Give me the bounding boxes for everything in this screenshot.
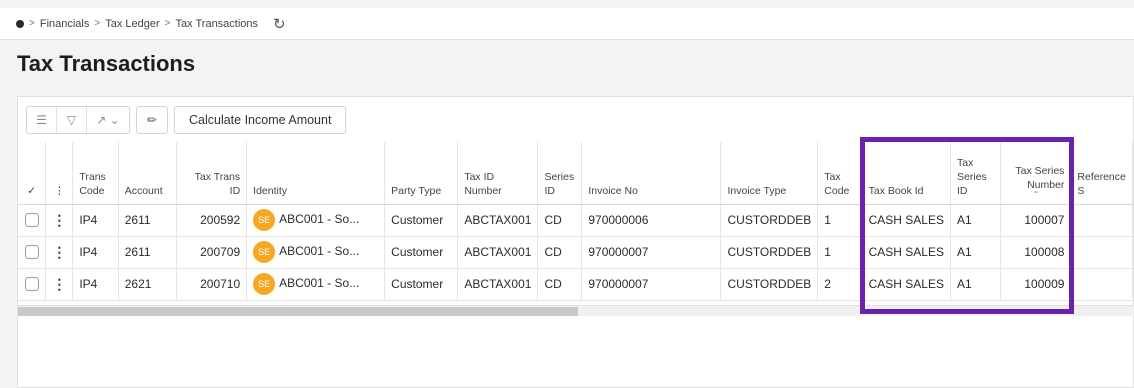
cell-identity[interactable]: SE ABC001 - So... [246, 204, 386, 237]
calculate-income-amount-button[interactable]: Calculate Income Amount [174, 106, 347, 134]
cell-series-id: CD [537, 268, 583, 301]
cell-trans-code: IP4 [72, 268, 119, 301]
cell-identity[interactable]: SE ABC001 - So... [246, 236, 386, 269]
chevron-right-icon: > [164, 18, 171, 29]
avatar: SE [253, 273, 276, 295]
cell-reference [1070, 268, 1133, 301]
cell-tax-trans-id: 200592 [176, 204, 248, 237]
cell-tax-code: 2 [817, 268, 863, 301]
highlight-box [860, 137, 1074, 314]
edit-button[interactable]: ✏ [136, 106, 168, 134]
col-reference[interactable]: Reference S [1070, 142, 1133, 205]
page-title: Tax Transactions [17, 51, 196, 76]
cell-tax-id-number: ABCTAX001 [457, 204, 539, 237]
kebab-icon: ⋮ [54, 184, 65, 197]
row-menu-header: ⋮ [45, 142, 74, 205]
breadcrumb-item-tax-ledger[interactable]: Tax Ledger [105, 18, 159, 30]
select-all-header[interactable]: ✓ [18, 142, 47, 205]
checkmark-icon: ✓ [27, 184, 37, 197]
cell-party-type: Customer [384, 204, 459, 237]
cell-trans-code: IP4 [72, 236, 119, 269]
checkbox[interactable] [24, 213, 39, 228]
col-trans-code[interactable]: Trans Code [72, 142, 119, 205]
cell-series-id: CD [537, 236, 583, 269]
toolbar-group: ☰ ▽ ↗ ⌄ [26, 106, 130, 134]
cell-identity[interactable]: SE ABC001 - So... [246, 268, 386, 301]
col-party-type[interactable]: Party Type [384, 142, 459, 205]
cell-account: 2611 [118, 204, 177, 237]
row-menu-icon[interactable]: ⋮ [45, 236, 74, 269]
cell-tax-id-number: ABCTAX001 [457, 236, 539, 269]
avatar: SE [253, 209, 276, 231]
breadcrumb-item-tax-transactions: Tax Transactions [175, 17, 259, 30]
identity-text: ABC001 - So... [279, 276, 360, 291]
checkbox[interactable] [24, 277, 39, 292]
row-checkbox[interactable] [18, 204, 47, 237]
export-menu-button[interactable]: ↗ ⌄ [87, 107, 129, 133]
cell-tax-trans-id: 200709 [176, 236, 248, 269]
page: > Financials > Tax Ledger > Tax Transact… [0, 0, 1134, 388]
col-series-id[interactable]: Series ID [537, 142, 583, 205]
export-icon: ↗ ⌄ [96, 113, 120, 127]
cell-invoice-type: CUSTORDDEB [720, 268, 819, 301]
cell-invoice-no: 970000007 [581, 268, 722, 301]
col-identity[interactable]: Identity [246, 142, 386, 205]
row-menu-icon[interactable]: ⋮ [45, 268, 74, 301]
cell-series-id: CD [537, 204, 583, 237]
refresh-icon[interactable]: ↻ [273, 15, 286, 33]
cell-reference [1070, 204, 1133, 237]
col-tax-id-number[interactable]: Tax ID Number [457, 142, 539, 205]
cell-reference [1070, 236, 1133, 269]
col-invoice-type[interactable]: Invoice Type [720, 142, 819, 205]
avatar: SE [253, 241, 276, 263]
chevron-right-icon: > [94, 18, 101, 29]
home-dot-icon[interactable] [16, 19, 24, 28]
filter-icon: ▽ [66, 113, 77, 127]
cell-invoice-type: CUSTORDDEB [720, 236, 819, 269]
identity-text: ABC001 - So... [279, 244, 360, 259]
cell-party-type: Customer [384, 268, 459, 301]
row-checkbox[interactable] [18, 236, 47, 269]
col-tax-code[interactable]: Tax Code [817, 142, 863, 205]
scrollbar-thumb[interactable] [18, 307, 578, 316]
cell-party-type: Customer [384, 236, 459, 269]
cell-invoice-no: 970000007 [581, 236, 722, 269]
cell-account: 2621 [118, 268, 177, 301]
cell-tax-trans-id: 200710 [176, 268, 248, 301]
cell-tax-code: 1 [817, 236, 863, 269]
cell-tax-id-number: ABCTAX001 [457, 268, 539, 301]
pencil-icon: ✏ [146, 113, 158, 127]
row-checkbox[interactable] [18, 268, 47, 301]
cell-trans-code: IP4 [72, 204, 119, 237]
list-icon: ☰ [36, 113, 47, 127]
col-invoice-no[interactable]: Invoice No [581, 142, 722, 205]
cell-invoice-no: 970000006 [581, 204, 722, 237]
cell-invoice-type: CUSTORDDEB [720, 204, 819, 237]
identity-text: ABC001 - So... [279, 212, 360, 227]
checkbox[interactable] [24, 245, 39, 260]
filter-button[interactable]: ▽ [57, 107, 87, 133]
list-view-button[interactable]: ☰ [27, 107, 57, 133]
breadcrumb-item-financials[interactable]: Financials [40, 18, 90, 30]
toolbar: ☰ ▽ ↗ ⌄ ✏ Calculate Income Amount [26, 106, 347, 134]
cell-account: 2611 [118, 236, 177, 269]
cell-tax-code: 1 [817, 204, 863, 237]
col-account[interactable]: Account [118, 142, 177, 205]
col-tax-trans-id[interactable]: Tax Trans ID [176, 142, 248, 205]
breadcrumb: > Financials > Tax Ledger > Tax Transact… [0, 8, 1134, 40]
row-menu-icon[interactable]: ⋮ [45, 204, 74, 237]
chevron-right-icon: > [29, 18, 35, 29]
